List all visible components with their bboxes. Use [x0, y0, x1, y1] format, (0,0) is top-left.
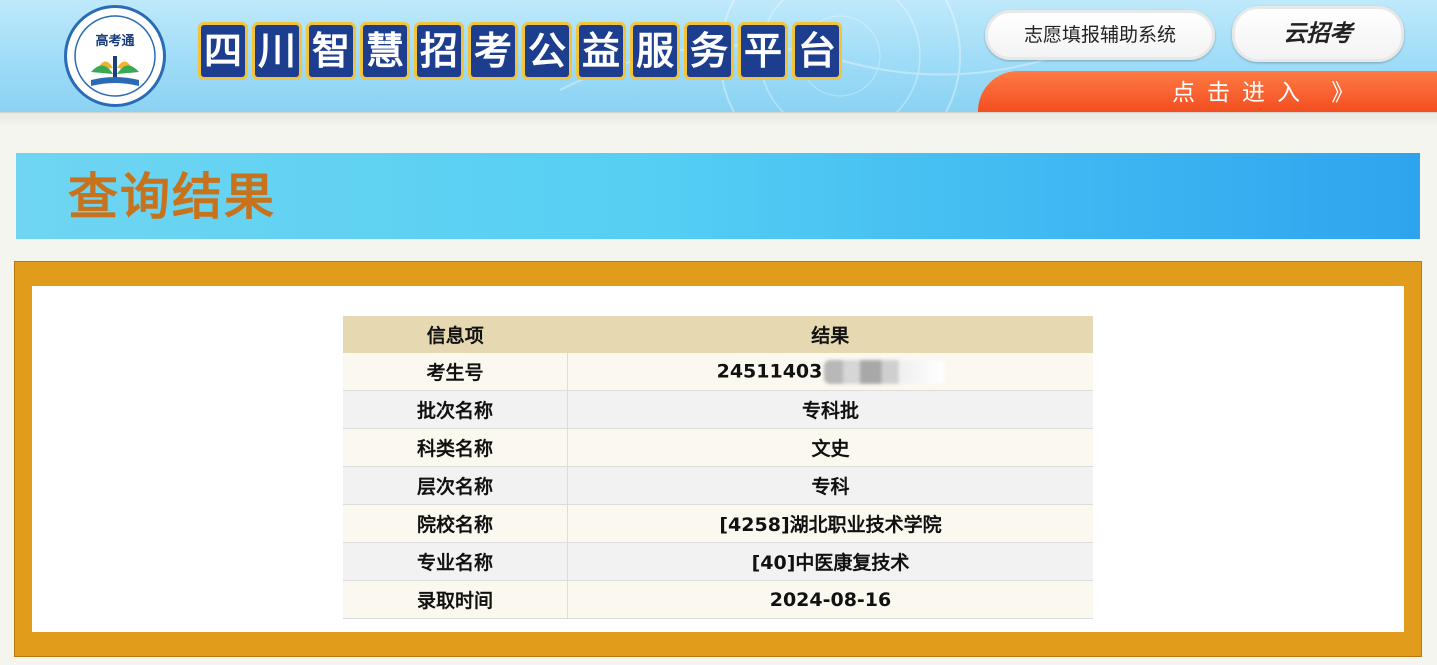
logo-emblem-icon — [74, 15, 156, 97]
row-label: 科类名称 — [343, 428, 568, 467]
site-title-char: 平 — [738, 22, 788, 80]
column-header-item: 信息项 — [343, 316, 568, 353]
table-row: 考生号 24511403 — [343, 353, 1093, 391]
logo-text: 高考通 — [95, 34, 135, 49]
row-label: 专业名称 — [343, 542, 568, 581]
page-title: 查询结果 — [68, 168, 276, 226]
site-title-char: 招 — [414, 22, 464, 80]
yunzhaokao-button[interactable]: 云招考 — [1232, 6, 1404, 62]
row-value: 2024-08-16 — [567, 580, 1093, 619]
result-table: 信息项 结果 考生号 24511403 批次名称 专科批 科类名称 文史 层次名… — [343, 316, 1093, 619]
site-title-char: 务 — [684, 22, 734, 80]
column-header-result: 结果 — [567, 316, 1093, 353]
table-row: 批次名称 专科批 — [343, 390, 1093, 429]
enter-button[interactable]: 点击进入 》 — [978, 71, 1437, 112]
row-value: [40]中医康复技术 — [567, 542, 1093, 581]
redaction-mask — [824, 359, 945, 384]
site-title-char: 慧 — [360, 22, 410, 80]
site-title-char: 益 — [576, 22, 626, 80]
row-value: 专科批 — [567, 390, 1093, 429]
table-row: 院校名称 [4258]湖北职业技术学院 — [343, 504, 1093, 543]
row-value: [4258]湖北职业技术学院 — [567, 504, 1093, 543]
site-logo[interactable]: 高考通 — [64, 5, 166, 107]
row-label: 录取时间 — [343, 580, 568, 619]
result-panel: 信息项 结果 考生号 24511403 批次名称 专科批 科类名称 文史 层次名… — [14, 261, 1422, 657]
row-label: 考生号 — [343, 353, 568, 391]
row-value: 文史 — [567, 428, 1093, 467]
table-row: 科类名称 文史 — [343, 428, 1093, 467]
site-title: 四 川 智 慧 招 考 公 益 服 务 平 台 — [198, 22, 842, 84]
table-row: 专业名称 [40]中医康复技术 — [343, 542, 1093, 581]
row-label: 层次名称 — [343, 466, 568, 505]
site-title-char: 公 — [522, 22, 572, 80]
table-header-row: 信息项 结果 — [343, 316, 1093, 353]
header-divider — [0, 112, 1437, 129]
row-label: 院校名称 — [343, 504, 568, 543]
row-value: 专科 — [567, 466, 1093, 505]
result-title-band: 查询结果 — [16, 153, 1420, 239]
site-title-char: 四 — [198, 22, 248, 80]
site-header: 高考通 四 川 智 慧 招 考 公 益 服 务 平 台 志愿填报辅助系统 云招考… — [0, 0, 1437, 112]
row-value-exam-number: 24511403 — [567, 353, 1093, 391]
zhiyuan-system-button[interactable]: 志愿填报辅助系统 — [985, 10, 1215, 60]
site-title-char: 考 — [468, 22, 518, 80]
result-panel-inner: 信息项 结果 考生号 24511403 批次名称 专科批 科类名称 文史 层次名… — [32, 286, 1404, 632]
site-title-char: 智 — [306, 22, 356, 80]
table-row: 层次名称 专科 — [343, 466, 1093, 505]
site-title-char: 服 — [630, 22, 680, 80]
table-row: 录取时间 2024-08-16 — [343, 580, 1093, 619]
site-title-char: 台 — [792, 22, 842, 80]
site-title-char: 川 — [252, 22, 302, 80]
row-label: 批次名称 — [343, 390, 568, 429]
exam-number-text: 24511403 — [716, 360, 823, 382]
